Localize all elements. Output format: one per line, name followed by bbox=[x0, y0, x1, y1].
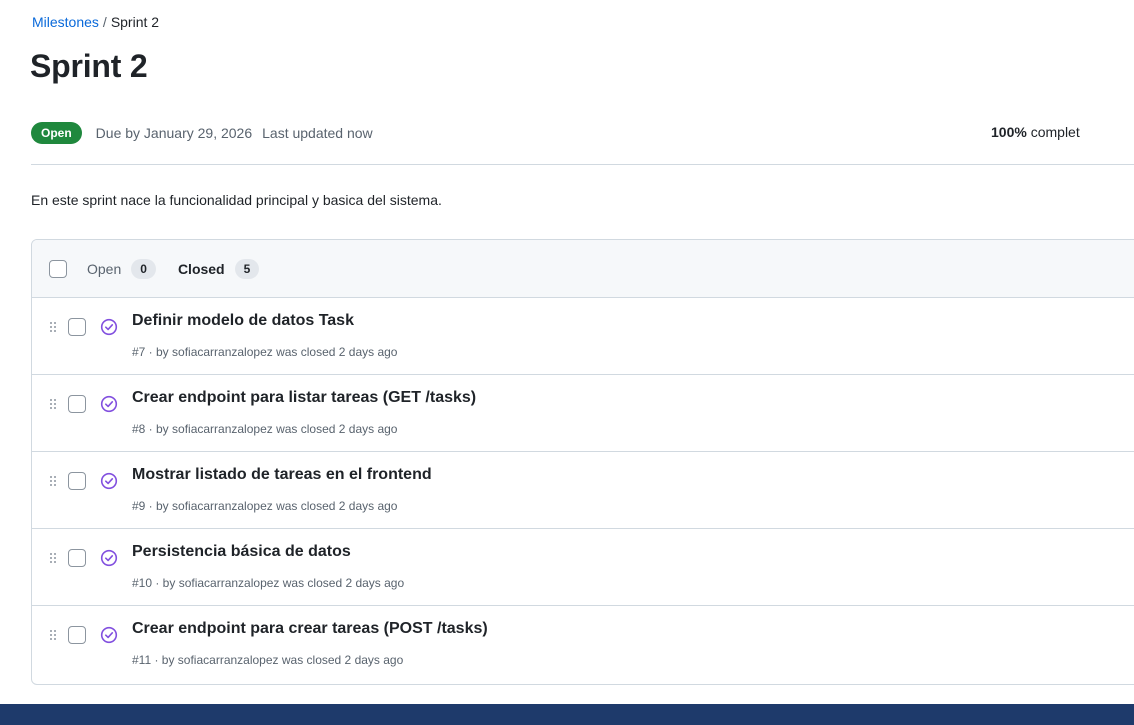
issue-meta: #7 · by sofiacarranzalopez was closed 2 … bbox=[132, 345, 398, 359]
tab-open-label: Open bbox=[87, 260, 122, 277]
issue-row: Crear endpoint para listar tareas (GET /… bbox=[32, 375, 1134, 452]
issue-title-link[interactable]: Mostrar listado de tareas en el frontend bbox=[132, 466, 432, 484]
issue-meta: #9 · by sofiacarranzalopez was closed 2 … bbox=[132, 499, 398, 513]
issue-closed-icon bbox=[100, 472, 118, 490]
page-title: Sprint 2 bbox=[30, 48, 148, 84]
issue-closed-icon bbox=[100, 318, 118, 336]
progress-percent: 100% bbox=[991, 124, 1027, 140]
issue-checkbox[interactable] bbox=[68, 318, 86, 336]
grabber-icon[interactable] bbox=[50, 553, 58, 565]
issues-list-header: Open 0 Closed 5 bbox=[32, 240, 1134, 298]
progress-label: complet bbox=[1030, 124, 1080, 140]
status-badge: Open bbox=[31, 122, 82, 144]
grabber-icon[interactable] bbox=[50, 476, 58, 488]
milestone-meta: Open Due by January 29, 2026 Last update… bbox=[31, 120, 1134, 146]
issue-row: Persistencia básica de datos #10 · by so… bbox=[32, 529, 1134, 606]
issue-row: Crear endpoint para crear tareas (POST /… bbox=[32, 606, 1134, 683]
bottom-bar bbox=[0, 704, 1134, 725]
issue-closed-icon bbox=[100, 549, 118, 567]
issue-title-link[interactable]: Persistencia básica de datos bbox=[132, 543, 351, 561]
issues-list: Open 0 Closed 5 Definir modelo de datos … bbox=[31, 239, 1134, 685]
tab-closed[interactable]: Closed 5 bbox=[177, 258, 260, 279]
last-updated: Last updated now bbox=[262, 125, 373, 141]
grabber-icon[interactable] bbox=[50, 630, 58, 642]
issue-checkbox[interactable] bbox=[68, 626, 86, 644]
progress-summary: 100% complet bbox=[991, 124, 1134, 140]
closed-count-badge: 5 bbox=[234, 258, 260, 279]
issue-meta: #8 · by sofiacarranzalopez was closed 2 … bbox=[132, 422, 398, 436]
milestone-description: En este sprint nace la funcionalidad pri… bbox=[31, 192, 442, 208]
tab-closed-label: Closed bbox=[177, 260, 225, 277]
open-count-badge: 0 bbox=[131, 258, 156, 279]
breadcrumb-separator: / bbox=[102, 14, 107, 30]
issue-meta: #11 · by sofiacarranzalopez was closed 2… bbox=[132, 653, 404, 667]
issue-title-link[interactable]: Definir modelo de datos Task bbox=[132, 312, 354, 330]
issue-checkbox[interactable] bbox=[68, 549, 86, 567]
grabber-icon[interactable] bbox=[50, 322, 58, 334]
issue-closed-icon bbox=[100, 395, 118, 413]
issue-meta: #10 · by sofiacarranzalopez was closed 2… bbox=[132, 576, 405, 590]
tab-open[interactable]: Open 0 bbox=[87, 258, 156, 279]
issue-checkbox[interactable] bbox=[68, 472, 86, 490]
divider bbox=[31, 164, 1134, 165]
due-date: Due by January 29, 2026 bbox=[95, 125, 253, 141]
issue-title-link[interactable]: Crear endpoint para crear tareas (POST /… bbox=[132, 620, 488, 638]
issue-title-link[interactable]: Crear endpoint para listar tareas (GET /… bbox=[132, 389, 476, 407]
issue-row: Mostrar listado de tareas en el frontend… bbox=[32, 452, 1134, 529]
issue-row: Definir modelo de datos Task #7 · by sof… bbox=[32, 298, 1134, 375]
breadcrumb-current: Sprint 2 bbox=[110, 14, 160, 30]
issue-closed-icon bbox=[100, 626, 118, 644]
breadcrumb: Milestones / Sprint 2 bbox=[32, 14, 159, 30]
grabber-icon[interactable] bbox=[50, 399, 58, 411]
breadcrumb-milestones-link[interactable]: Milestones bbox=[32, 14, 99, 30]
select-all-checkbox[interactable] bbox=[49, 259, 67, 278]
issue-checkbox[interactable] bbox=[68, 395, 86, 413]
